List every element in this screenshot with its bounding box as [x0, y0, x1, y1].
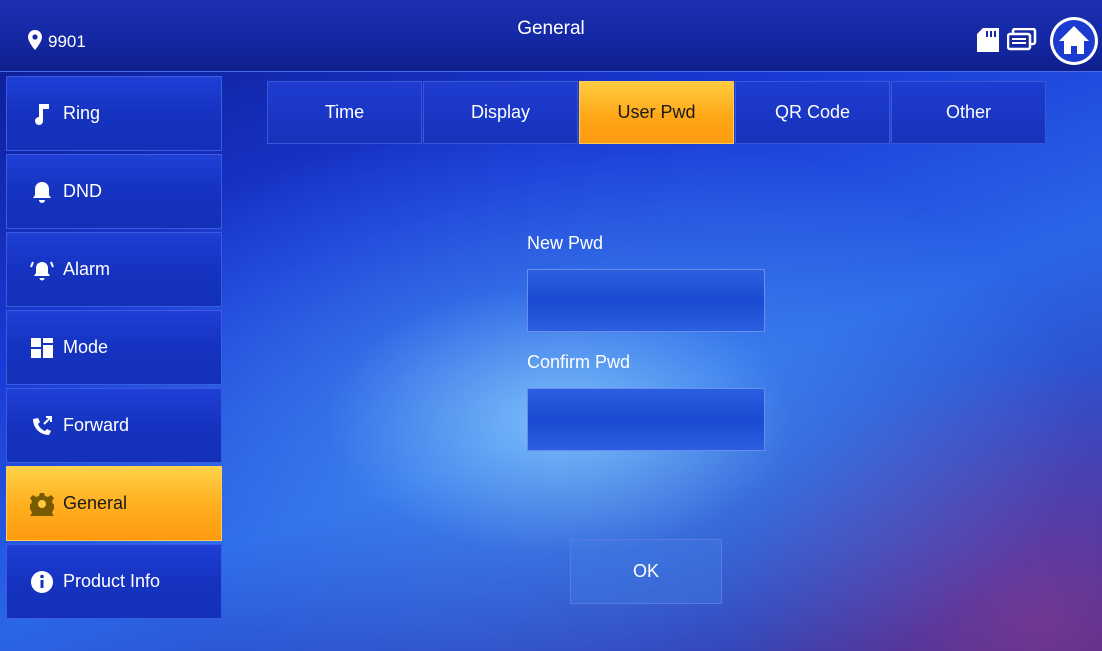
sidebar-item-dnd[interactable]: DND [6, 154, 222, 229]
sidebar: Ring DND Alarm Mode Forward General Prod… [6, 76, 222, 622]
tab-other[interactable]: Other [891, 81, 1046, 144]
sidebar-item-mode[interactable]: Mode [6, 310, 222, 385]
music-note-icon [29, 101, 55, 127]
page-title: General [517, 18, 585, 39]
tab-label: Display [470, 102, 531, 122]
sidebar-item-label: DND [63, 181, 102, 201]
sidebar-item-label: Ring [63, 103, 101, 123]
monitor-icon[interactable] [1006, 27, 1037, 57]
sd-card-icon [977, 28, 999, 57]
sidebar-item-label: Product Info [63, 571, 161, 591]
tab-label: QR Code [774, 102, 851, 122]
new-pwd-label: New Pwd [527, 233, 604, 253]
sidebar-item-label: Alarm [63, 259, 111, 279]
info-icon [29, 569, 55, 595]
new-pwd-field[interactable] [527, 269, 765, 332]
sidebar-item-label: Forward [63, 415, 130, 435]
mode-grid-icon [29, 335, 55, 361]
sidebar-item-general[interactable]: General [6, 466, 222, 541]
confirm-pwd-field[interactable] [527, 388, 765, 451]
tab-time[interactable]: Time [267, 81, 422, 144]
tab-label: Time [324, 102, 365, 122]
ok-button[interactable]: OK [570, 539, 722, 604]
sidebar-item-label: Mode [63, 337, 109, 357]
gear-icon [29, 491, 55, 517]
top-bar: 9901 General [0, 0, 1102, 72]
call-forward-icon [29, 413, 55, 439]
sidebar-item-alarm[interactable]: Alarm [6, 232, 222, 307]
tab-bar: Time Display User Pwd QR Code Other [267, 81, 1047, 144]
sidebar-item-forward[interactable]: Forward [6, 388, 222, 463]
tab-user-pwd[interactable]: User Pwd [579, 81, 734, 144]
confirm-pwd-label: Confirm Pwd [527, 352, 631, 372]
bell-icon [29, 179, 55, 205]
home-icon[interactable] [1049, 16, 1099, 71]
sidebar-item-ring[interactable]: Ring [6, 76, 222, 151]
sidebar-item-product-info[interactable]: Product Info [6, 544, 222, 619]
sidebar-item-label: General [63, 493, 128, 513]
tab-display[interactable]: Display [423, 81, 578, 144]
alarm-icon [29, 257, 55, 283]
tab-label: User Pwd [617, 102, 696, 122]
screen: 9901 General Ring DND Alarm Mode Forward… [0, 0, 1102, 651]
tab-label: Other [945, 102, 992, 122]
ok-button-label: OK [632, 561, 659, 581]
tab-qr-code[interactable]: QR Code [735, 81, 890, 144]
